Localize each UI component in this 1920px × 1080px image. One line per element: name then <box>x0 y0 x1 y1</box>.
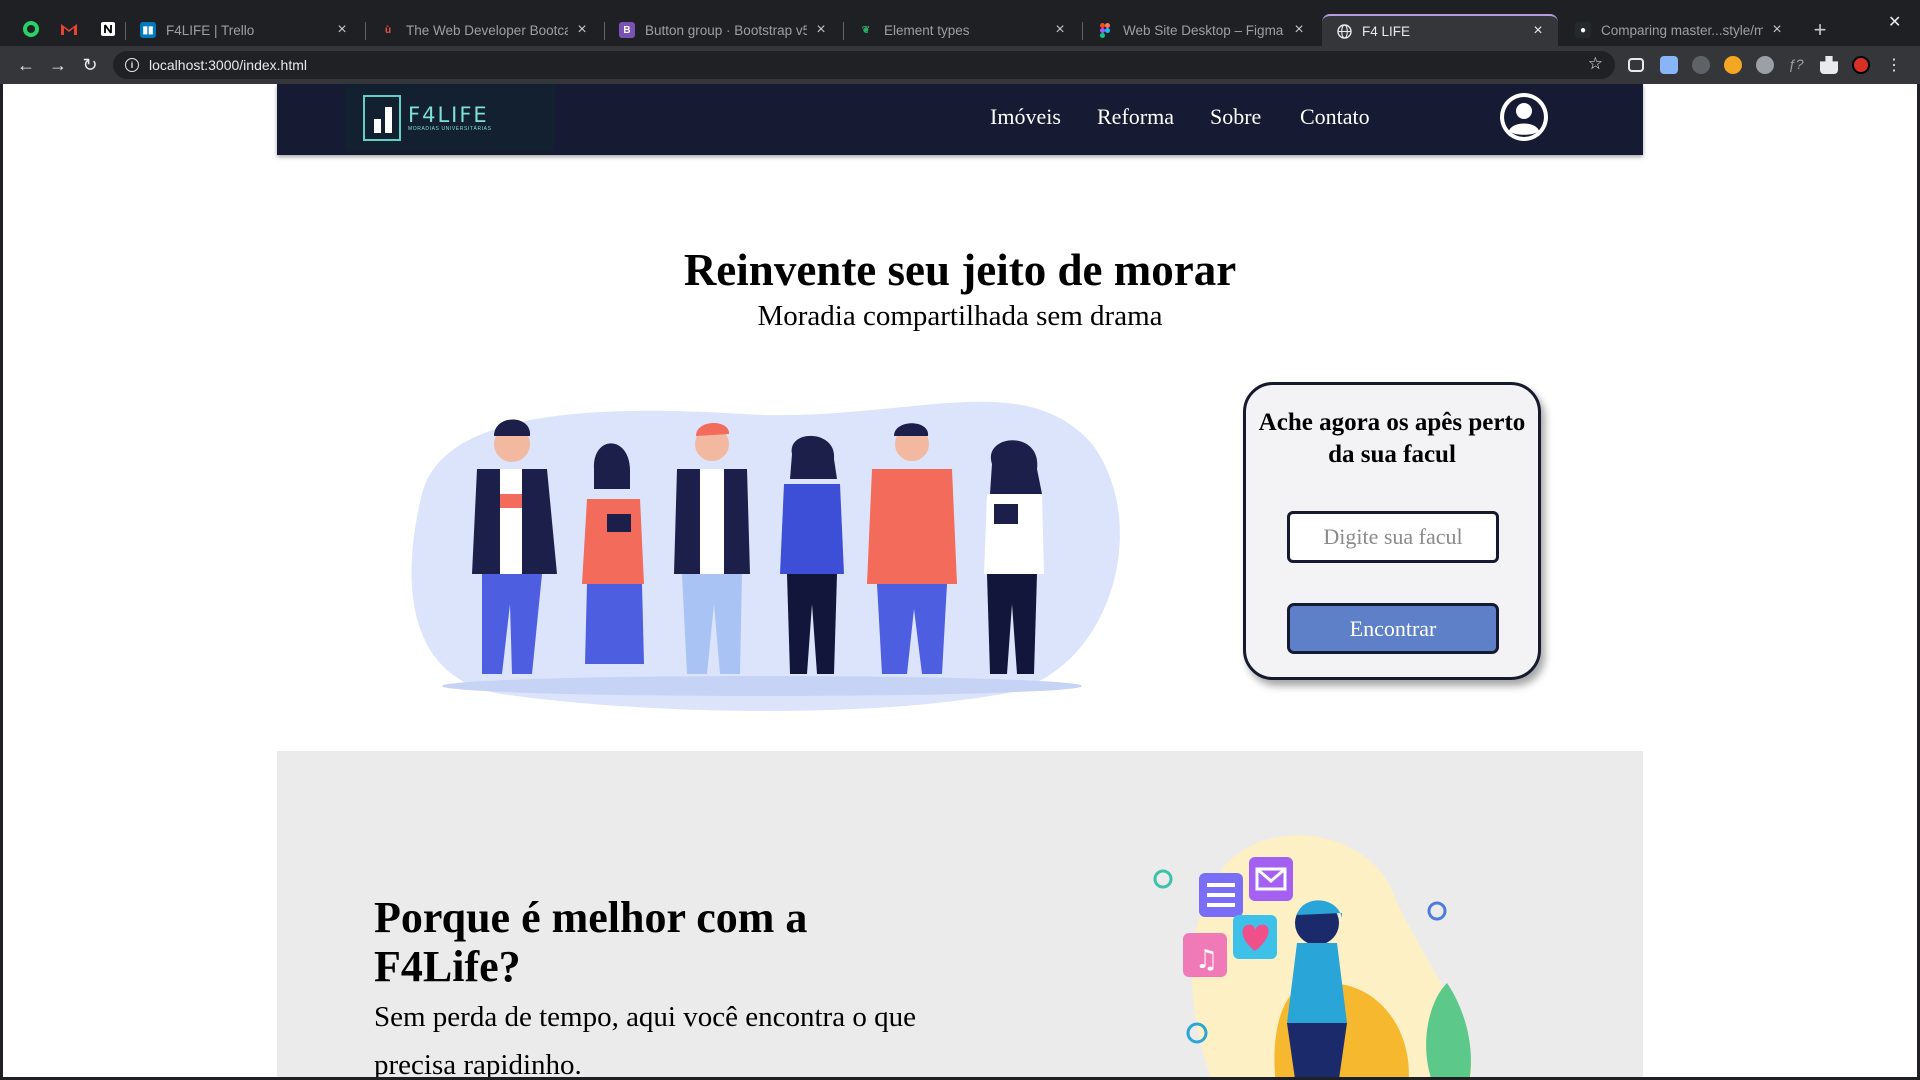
college-search-input[interactable] <box>1287 511 1499 563</box>
pinned-tab-whatsapp[interactable] <box>17 15 45 43</box>
browser-tab-bar: ▮▮ F4LIFE | Trello × ù The Web Developer… <box>0 0 1920 46</box>
extension-mask-icon[interactable] <box>1692 56 1710 74</box>
url-text: localhost:3000/index.html <box>149 57 307 73</box>
udemy-icon: ù <box>384 24 392 36</box>
logo-text: F4LIFE MORADIAS UNIVERSITÁRIAS <box>408 104 492 132</box>
figma-icon <box>1097 22 1113 38</box>
window-close-icon[interactable]: ✕ <box>1888 12 1901 32</box>
address-bar[interactable]: i localhost:3000/index.html ☆ <box>113 51 1615 79</box>
back-arrow-icon[interactable]: ← <box>16 55 36 75</box>
tab-figma[interactable]: Web Site Desktop – Figma × <box>1083 14 1319 46</box>
tab-title: Web Site Desktop – Figma <box>1123 22 1284 38</box>
extension-settings-icon[interactable] <box>1756 56 1774 74</box>
svg-text:♫: ♫ <box>1195 945 1218 975</box>
pinned-tab-notion[interactable] <box>94 15 122 43</box>
social-media-illustration: ♫ <box>1153 835 1472 1077</box>
why-title: Porque é melhor com a F4Life? <box>374 893 808 991</box>
tab-trello[interactable]: ▮▮ F4LIFE | Trello × <box>126 14 362 46</box>
logo-brand: F4LIFE <box>408 102 489 127</box>
logo-tagline: MORADIAS UNIVERSITÁRIAS <box>408 125 492 132</box>
extension-eyes-icon[interactable] <box>1724 56 1742 74</box>
site-container: F4LIFE MORADIAS UNIVERSITÁRIAS Imóveis R… <box>277 84 1643 1077</box>
extensions-puzzle-icon[interactable] <box>1820 56 1838 74</box>
gmail-icon <box>61 24 77 35</box>
tab-title: Comparing master...style/ma <box>1601 22 1763 38</box>
tab-bootstrap[interactable]: B Button group · Bootstrap v5.0 × <box>605 14 841 46</box>
close-icon[interactable]: × <box>574 21 590 38</box>
site-header: F4LIFE MORADIAS UNIVERSITÁRIAS Imóveis R… <box>277 84 1643 155</box>
close-icon[interactable]: × <box>1769 21 1785 38</box>
extension-grid-icon[interactable] <box>1660 56 1678 74</box>
extension-function-icon[interactable]: ƒ? <box>1788 56 1806 74</box>
tab-title: Element types <box>884 22 970 38</box>
close-icon[interactable]: × <box>334 21 350 38</box>
profile-avatar-icon[interactable] <box>1852 56 1870 74</box>
new-tab-button[interactable]: + <box>1808 17 1832 42</box>
pinned-tab-gmail[interactable] <box>55 15 83 43</box>
extension-tab-icon[interactable] <box>1628 58 1644 72</box>
tab-title: Button group · Bootstrap v5.0 <box>645 22 807 38</box>
close-icon[interactable]: × <box>1052 21 1068 38</box>
bookmark-star-icon[interactable]: ☆ <box>1588 54 1603 74</box>
whatsapp-icon <box>23 21 39 37</box>
tab-github[interactable]: ● Comparing master...style/ma × <box>1561 14 1797 46</box>
tab-title: The Web Developer Bootcamp <box>406 22 568 38</box>
close-icon[interactable]: × <box>813 21 829 38</box>
tab-title: F4LIFE | Trello <box>166 22 255 38</box>
hero-title: Reinvente seu jeito de morar <box>683 245 1237 295</box>
tab-title: F4 LIFE <box>1362 23 1411 39</box>
search-card-title: Ache agora os apês perto da sua facul <box>1258 409 1526 468</box>
info-icon[interactable]: i <box>125 58 139 72</box>
find-button[interactable]: Encontrar <box>1287 603 1499 654</box>
github-icon: ● <box>1575 22 1591 38</box>
hero-subtitle: Moradia compartilhada sem drama <box>757 300 1163 332</box>
tab-f4life[interactable]: F4 LIFE × <box>1322 14 1558 46</box>
forward-arrow-icon[interactable]: → <box>48 55 68 75</box>
why-text: Sem perda de tempo, aqui você encontra o… <box>374 1001 916 1077</box>
nav-link-sobre[interactable]: Sobre <box>1210 104 1261 130</box>
notion-icon <box>101 22 115 36</box>
globe-icon <box>1336 23 1352 39</box>
nav-link-contato[interactable]: Contato <box>1300 104 1370 130</box>
tab-element-types[interactable]: ❦ Element types × <box>844 14 1080 46</box>
nav-link-reforma[interactable]: Reforma <box>1097 104 1174 130</box>
browser-toolbar: ← → ↻ i localhost:3000/index.html ☆ ƒ? ⋮ <box>0 46 1920 84</box>
menu-kebab-icon[interactable]: ⋮ <box>1884 55 1904 75</box>
user-account-icon[interactable] <box>1498 91 1550 143</box>
logo-bars-icon <box>363 94 401 141</box>
leaf-icon: ❦ <box>861 24 871 36</box>
tab-udemy[interactable]: ù The Web Developer Bootcamp × <box>366 14 602 46</box>
site-logo[interactable]: F4LIFE MORADIAS UNIVERSITÁRIAS <box>345 84 555 151</box>
close-icon[interactable]: × <box>1530 22 1546 39</box>
bootstrap-icon: B <box>619 22 635 38</box>
search-card: Ache agora os apês perto da sua facul En… <box>1243 382 1541 680</box>
trello-icon: ▮▮ <box>140 22 156 38</box>
nav-link-imoveis[interactable]: Imóveis <box>990 104 1061 130</box>
close-icon[interactable]: × <box>1291 21 1307 38</box>
students-group-illustration <box>411 401 1120 711</box>
why-section: Porque é melhor com a F4Life? Sem perda … <box>277 751 1643 1077</box>
page-viewport: F4LIFE MORADIAS UNIVERSITÁRIAS Imóveis R… <box>3 84 1917 1077</box>
reload-icon[interactable]: ↻ <box>80 55 100 75</box>
